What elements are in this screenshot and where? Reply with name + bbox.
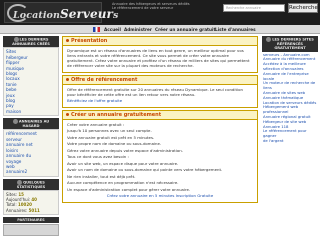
create-line: Jusqu'à 10 personnes avec un seul compte… [67,128,152,133]
stats-box: Sites: 15 Aujourd'hui: 40 Total: 10020 A… [3,190,59,215]
nav-home[interactable]: Accueil [104,27,121,32]
presentation-panel: Présentation Dynamique est un réseau d'a… [62,36,258,73]
latest-sites-list: serveurs - Annuaire.com Annuaire du réfé… [262,52,318,145]
partners-header: PARTENAIRES [3,216,59,223]
offer-panel: Offre de référencement Offre de référenc… [62,74,258,108]
panel-body: Dynamique est un réseau d'annuaires de l… [63,46,257,72]
site-logo[interactable]: LocationServeurs [4,2,118,23]
panel-title: Offre de référencement [63,75,257,85]
stat-row: Annuaires: 5011 [6,207,40,213]
globe-icon [12,119,18,125]
list-item[interactable]: annuaire2 [6,169,56,174]
panel-body: Créer votre annuaire gratuit : Jusqu'à 1… [63,120,257,202]
nav-create-directory[interactable]: Créer un annuaire gratuit [155,27,215,32]
latest-sites-header: LES DERNIERS SITES RÉFÉRENCÉS GRATUITEME… [262,36,318,52]
create-line: Créer votre annuaire gratuit : [67,121,125,127]
logo-text: LocationServeurs [13,7,119,21]
nav-directory-list[interactable]: Liste d'annuaires [215,27,256,32]
create-line: Un espace d'administration complet pour … [67,186,191,192]
flag-icon [93,27,100,32]
nav-admin[interactable]: Administrer [124,27,152,32]
nav-bar: Accueil Administrer Créer un annuaire gr… [0,25,320,34]
main-content: Présentation Dynamique est un réseau d'a… [62,36,258,240]
create-directory-link[interactable]: Créez votre annuaire en 5 minutes Inscri… [67,193,253,198]
create-line: Avoir un site web, un espace disque pour… [67,160,179,166]
list-item[interactable]: de l'argent [263,138,317,144]
panel-title: Présentation [63,37,257,46]
list-item[interactable]: maison [6,109,56,114]
random-directories-list: référencement serveur annuaire net loisi… [3,129,59,177]
partner-banner[interactable] [3,223,59,236]
latest-directories-list: Sites hébergeur flipper musique blogs lo… [3,47,59,117]
right-sidebar: LES DERNIERS SITES RÉFÉRENCÉS GRATUITEME… [262,36,318,240]
offer-text: Offre de référencement gratuite sur 20 a… [67,86,243,97]
create-line: Gérez votre annuaire depuis votre espace… [67,147,183,153]
globe-icon [266,37,272,42]
latest-directories-header: LES DERNIERS ANNUAIRES CRÉÉS [3,36,59,48]
presentation-text: Dynamique est un réseau d'annuaires de l… [67,48,250,68]
create-directory-panel: Créer un annuaire gratuitement Créer vot… [62,109,258,203]
offer-link[interactable]: Bénéficiez de l'offre gratuite [67,98,253,103]
create-line: Votre annuaire gratuit est prêt en 5 min… [67,134,155,140]
create-line: Ne rien installer, tout est déjà prêt. [67,173,136,179]
panel-title: Créer un annuaire gratuitement [63,110,257,120]
stats-header: QUELQUES STATISTIQUES [3,178,59,191]
create-line: Votre propre nom de domaine ou sous-doma… [67,141,162,146]
tagline-2: Le référencement de votre serveur [112,6,174,10]
create-line: Tous ce dont vous avez besoin : [67,154,129,159]
create-line: Avoir un nom de domaine ou sous-domaine … [67,167,223,172]
panel-body: Offre de référencement gratuite sur 20 a… [63,85,257,107]
search-button[interactable]: Recherche [288,3,318,13]
create-line: Aucune compétence en programmation n'est… [67,180,179,185]
random-directories-header: ANNUAIRES AU HASARD [3,118,59,130]
left-sidebar: LES DERNIERS ANNUAIRES CRÉÉS Sites héber… [3,36,59,240]
search-input[interactable]: Recherche annuaire [223,4,285,12]
header: LocationServeurs Annuaire des hébergeurs… [0,0,320,25]
